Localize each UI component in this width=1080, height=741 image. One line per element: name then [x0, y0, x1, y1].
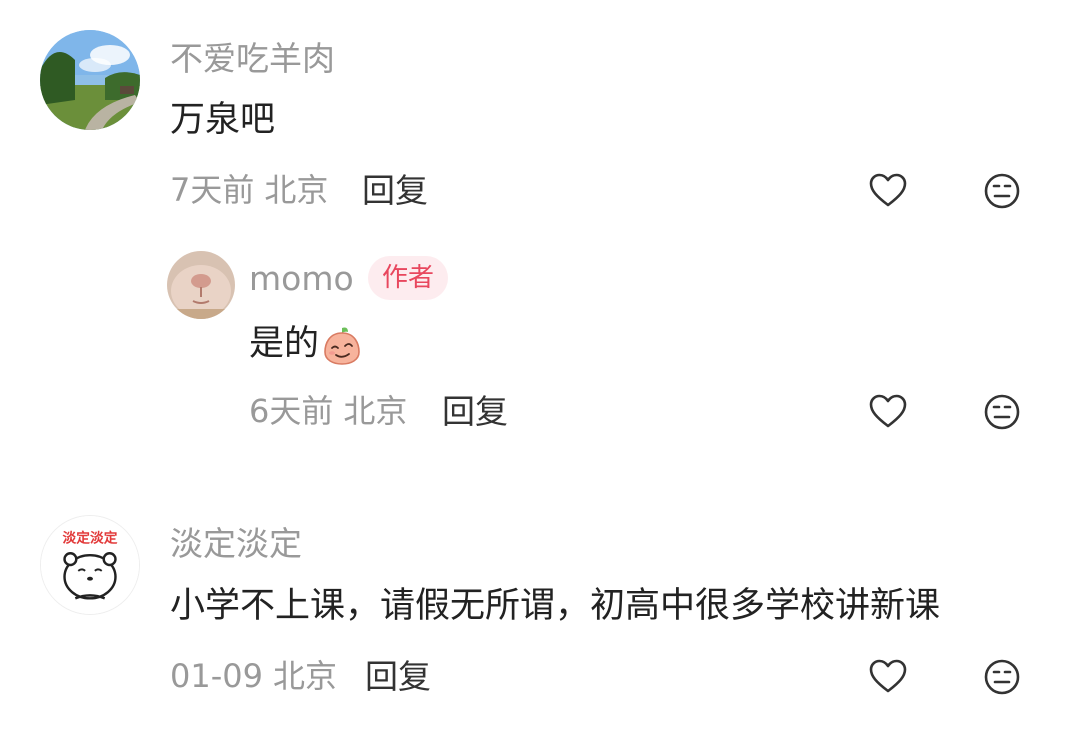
heart-outline-icon [869, 394, 907, 428]
reply-button[interactable]: 回复 [365, 660, 431, 693]
heart-outline-icon [869, 659, 907, 693]
heart-outline-icon [869, 173, 907, 207]
comment-time: 7天前 [170, 171, 255, 209]
reply-username[interactable]: momo [249, 262, 354, 295]
dislike-button[interactable] [982, 657, 1022, 697]
reply-like-button[interactable] [868, 392, 908, 432]
user-avatar[interactable] [40, 30, 140, 130]
park-avatar-image [40, 30, 140, 130]
comment-section: 不爱吃羊肉 万泉吧 7天前 北京 回复 momo 作者 是的 6天前 北京 回复… [0, 0, 1080, 741]
comment-meta: 01-09 北京 [170, 660, 337, 692]
comment-username[interactable]: 不爱吃羊肉 [170, 42, 335, 75]
comment-time: 01-09 [170, 657, 263, 695]
like-button[interactable] [868, 171, 908, 211]
avatar-sticker-text: 淡定淡定 [63, 529, 118, 546]
reply-button[interactable]: 回复 [362, 174, 428, 207]
reply-user-avatar[interactable] [167, 251, 235, 319]
peach-sly-smile-emoji [321, 324, 363, 366]
comment-text: 小学不上课，请假无所谓，初高中很多学校讲新课 [170, 586, 941, 626]
reply-meta: 6天前 北京 [249, 395, 407, 427]
reply-text-row: 是的 [249, 324, 363, 366]
author-badge: 作者 [368, 256, 449, 300]
comment-meta: 7天前 北京 [170, 174, 328, 206]
reply-dislike-button[interactable] [982, 392, 1022, 432]
reply-text: 是的 [249, 324, 320, 364]
reply-location: 北京 [343, 392, 408, 430]
calm-bear-avatar-image: 淡定淡定 [41, 516, 139, 614]
comment-location: 北京 [272, 657, 337, 695]
like-button[interactable] [868, 657, 908, 697]
user-avatar[interactable]: 淡定淡定 [40, 515, 140, 615]
meh-face-icon [984, 659, 1020, 695]
reply-reply-button[interactable]: 回复 [442, 395, 508, 428]
comment-text: 万泉吧 [170, 100, 276, 140]
comment-username[interactable]: 淡定淡定 [170, 527, 302, 560]
cat-nose-avatar-image [167, 251, 235, 319]
meh-face-icon [984, 173, 1020, 209]
meh-face-icon [984, 394, 1020, 430]
comment-location: 北京 [264, 171, 329, 209]
dislike-button[interactable] [982, 171, 1022, 211]
reply-time: 6天前 [249, 392, 334, 430]
